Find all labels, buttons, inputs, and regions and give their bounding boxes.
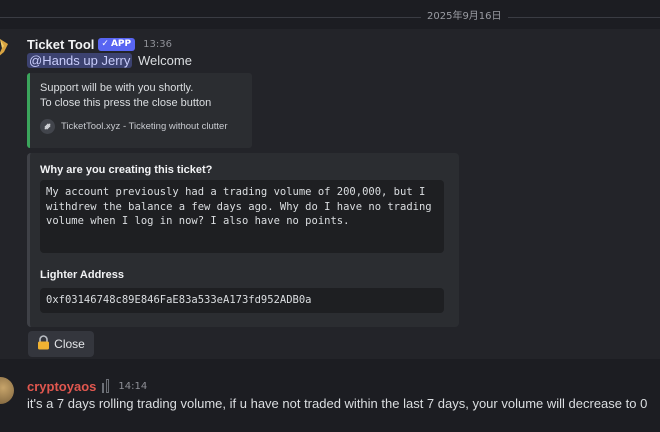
field-label-address: Lighter Address [40,269,124,281]
app-badge-label: APP [110,38,132,49]
divider-date: 2025年9月16日 [421,9,508,25]
message-timestamp[interactable]: 13:36 [143,39,172,50]
ticket-tool-logo-icon [40,119,55,134]
message-text: it's a 7 days rolling trading volume, if… [27,396,648,411]
author-name[interactable]: Ticket Tool [27,37,94,52]
ticket-tool-avatar-icon [0,39,8,56]
embed-footer: TicketTool.xyz - Ticketing without clutt… [40,119,227,134]
ticket-form-embed: Why are you creating this ticket? My acc… [27,153,459,327]
author-name[interactable]: cryptoyaos [27,379,96,394]
app-badge: ✓ APP [98,37,136,51]
message-header: Ticket Tool ✓ APP 13:36 [27,36,172,52]
embed-line: To close this press the close button [40,97,212,109]
message-header: cryptoyaos 14:14 [27,378,147,394]
intro-embed: Support will be with you shortly. To clo… [27,73,252,148]
message-timestamp[interactable]: 14:14 [118,381,147,392]
divider-line [0,17,660,18]
date-divider: 2025年9月16日 [0,8,660,26]
embed-description: Support will be with you shortly. To clo… [40,81,211,111]
field-label-reason: Why are you creating this ticket? [40,164,213,176]
embed-line: Support will be with you shortly. [40,82,194,94]
close-button-label: Close [54,337,85,351]
close-ticket-button[interactable]: Close [28,331,94,357]
role-badge-icon [102,379,112,393]
field-value-reason: My account previously had a trading volu… [40,180,444,253]
user-avatar[interactable] [0,377,14,404]
welcome-text: Welcome [137,53,192,68]
embed-footer-text: TicketTool.xyz - Ticketing without clutt… [61,121,228,132]
lock-icon-svg [38,335,50,350]
lock-icon [37,335,50,353]
welcome-line: @Hands up Jerry Welcome [27,53,192,69]
user-mention[interactable]: @Hands up Jerry [27,53,133,68]
ticket-tool-logo-icon [44,123,51,130]
verified-check-icon: ✓ [101,38,109,49]
field-value-address: 0xf03146748c89E846FaE83a533eA173fd952ADB… [40,288,444,313]
bot-avatar[interactable] [0,36,10,60]
